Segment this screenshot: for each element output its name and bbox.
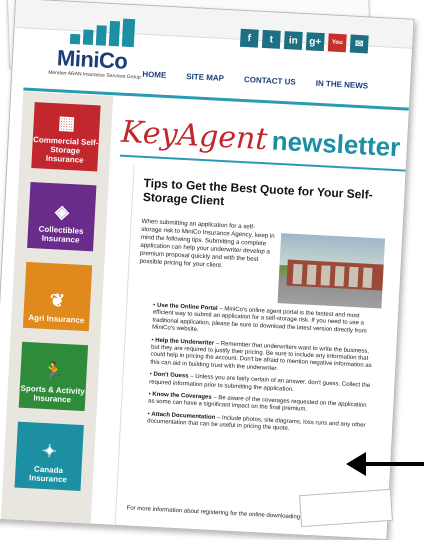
storage-facility-photo [277,233,386,309]
gem-icon: ◈ [54,201,70,223]
maple-leaf-icon: ✦ [41,440,58,462]
pointer-arrow-icon [346,452,424,476]
list-item: • Use the Online Portal – MiniCo's onlin… [151,302,367,335]
logo-tagline: Member ARAN Insurance Services Group [48,69,141,81]
wheat-icon: ❦ [49,290,66,311]
googleplus-icon[interactable]: g+ [305,32,325,52]
sidebar-item-agri[interactable]: ❦ Agri Insurance [22,261,93,332]
title-key-agent: KeyAgent [120,114,269,158]
article-heading: Tips to Get the Best Quote for Your Self… [142,175,374,209]
email-icon[interactable]: ✉ [349,34,369,54]
sidebar-item-label: Canada Insurance [28,464,68,485]
linkedin-icon[interactable]: in [283,31,303,50]
logo-bars-icon [69,16,141,48]
youtube-icon[interactable]: You [327,33,347,53]
article: Tips to Get the Best Quote for Your Self… [114,165,403,539]
storage-icon: ▦ [57,112,76,134]
sidebar-item-sports-activity[interactable]: 🏃 Sports & Activity Insurance [18,341,89,412]
sidebar: ▦ Commercial Self-Storage Insurance ◈ Co… [0,91,114,526]
runner-icon: 🏃 [41,360,66,383]
sidebar-item-label: Sports & Activity Insurance [20,383,85,405]
nav-in-the-news[interactable]: IN THE NEWS [315,79,368,91]
nav-contact-us[interactable]: CONTACT US [244,75,296,87]
nav-home[interactable]: HOME [142,70,166,80]
nav-site-map[interactable]: SITE MAP [186,72,224,83]
sidebar-item-collectibles[interactable]: ◈ Collectibles Insurance [27,181,97,252]
main-nav: HOME SITE MAP CONTACT US IN THE NEWS [142,70,368,91]
title-newsletter: newsletter [271,125,402,163]
sidebar-item-label: Collectibles Insurance [38,224,84,245]
sidebar-item-label: Agri Insurance [28,313,85,325]
tip-title: Don't Guess [153,371,189,380]
list-item: • Help the Underwriter – Remember that u… [150,337,372,373]
facebook-icon[interactable]: f [239,28,259,48]
twitter-icon[interactable]: t [261,29,281,49]
sidebar-item-commercial-self-storage[interactable]: ▦ Commercial Self-Storage Insurance [31,102,101,172]
article-intro: When submitting an application for a sel… [139,217,275,270]
tips-list: • Use the Online Portal – MiniCo's onlin… [147,303,379,443]
sidebar-item-label: Commercial Self-Storage Insurance [32,135,99,165]
sidebar-item-canada[interactable]: ✦ Canada Insurance [14,421,84,492]
